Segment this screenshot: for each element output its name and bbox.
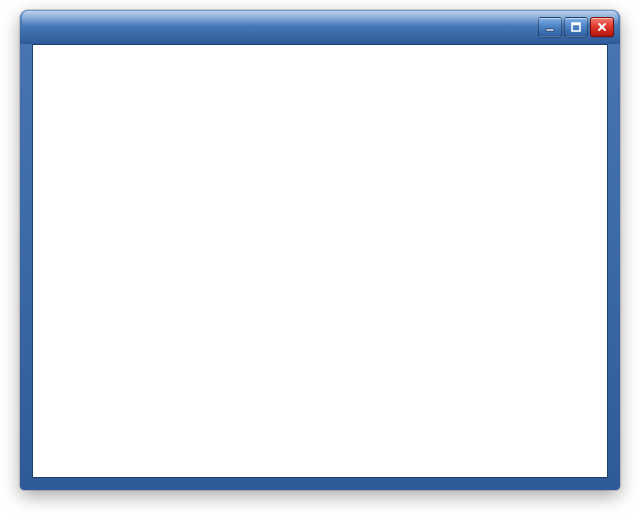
maximize-button[interactable] bbox=[564, 17, 588, 37]
minimize-button[interactable] bbox=[538, 17, 562, 37]
close-icon bbox=[596, 21, 608, 33]
window-controls bbox=[538, 17, 614, 37]
application-window bbox=[20, 10, 620, 490]
maximize-icon bbox=[570, 21, 582, 33]
client-area bbox=[32, 44, 608, 478]
minimize-icon bbox=[544, 21, 556, 33]
close-button[interactable] bbox=[590, 17, 614, 37]
title-bar[interactable] bbox=[20, 10, 620, 44]
window-frame-body bbox=[20, 44, 620, 490]
